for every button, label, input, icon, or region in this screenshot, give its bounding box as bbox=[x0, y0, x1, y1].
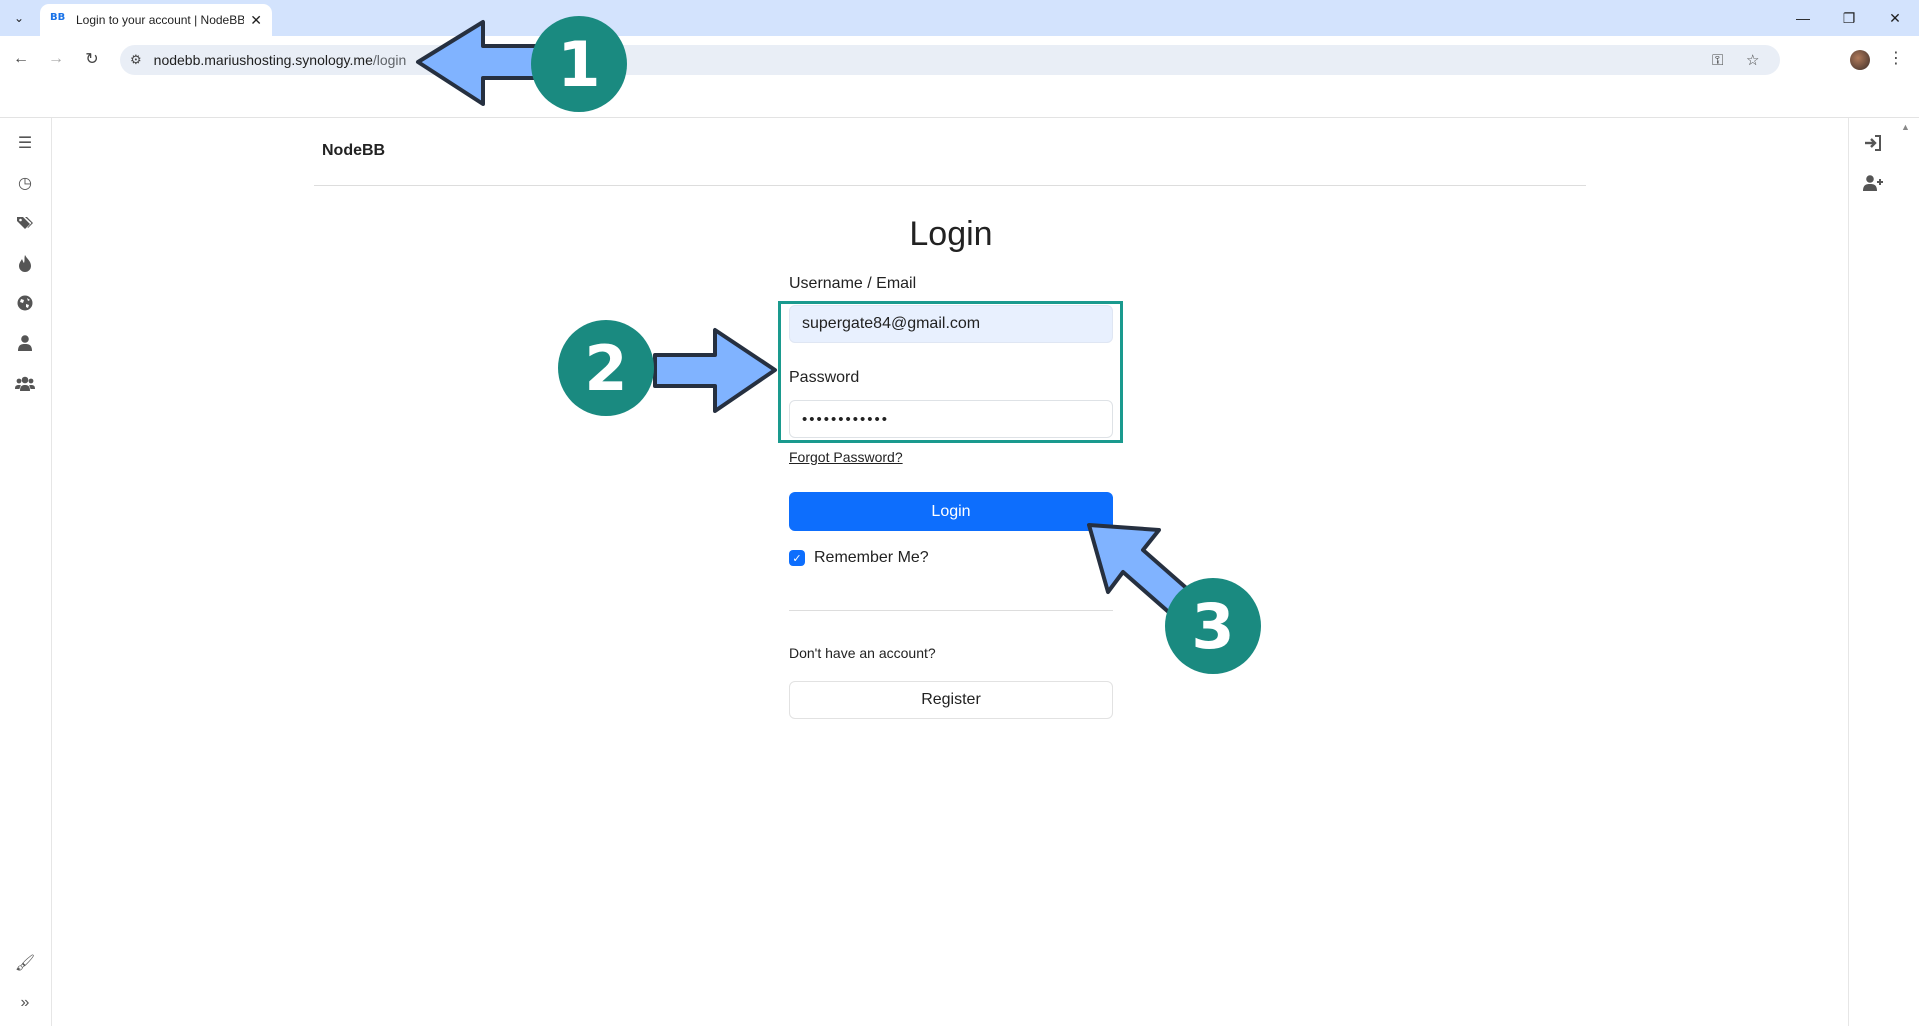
step-2-badge: 2 bbox=[558, 320, 654, 416]
annotation-arrows bbox=[416, 20, 1202, 624]
arrow-1 bbox=[416, 20, 550, 106]
arrow-2 bbox=[653, 328, 777, 413]
step-3-badge: 3 bbox=[1165, 578, 1261, 674]
step-1-badge: 1 bbox=[531, 16, 627, 112]
